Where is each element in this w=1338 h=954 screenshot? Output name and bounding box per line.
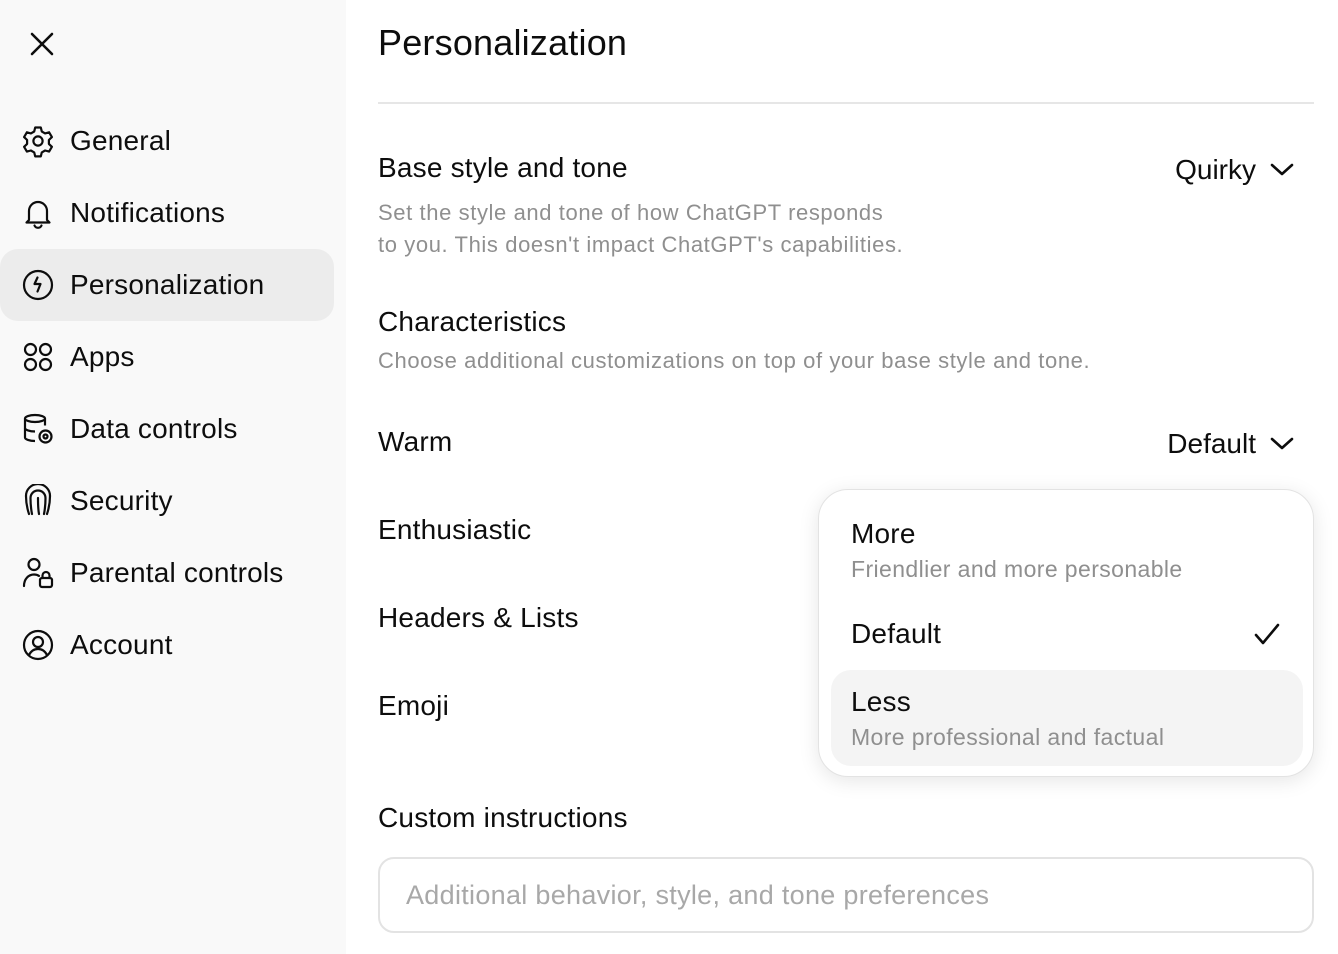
- settings-sidebar: General Notifications Personalization Ap…: [0, 0, 346, 954]
- page-title: Personalization: [378, 22, 628, 63]
- chevron-down-icon: [1270, 163, 1294, 176]
- checkmark-icon: [1254, 623, 1280, 645]
- enthusiastic-label: Enthusiastic: [378, 514, 532, 545]
- close-icon: [30, 32, 54, 56]
- sidebar-item-label: Account: [70, 629, 173, 660]
- dropdown-option-default[interactable]: Default: [831, 600, 1303, 668]
- base-style-description-line-1: Set the style and tone of how ChatGPT re…: [378, 200, 884, 225]
- gear-icon: [20, 123, 56, 159]
- option-title: More: [851, 518, 916, 549]
- sidebar-item-label: Personalization: [70, 269, 265, 300]
- fingerprint-icon: [20, 483, 56, 519]
- option-subtitle: Friendlier and more personable: [851, 556, 1183, 582]
- person-lock-icon: [20, 555, 56, 591]
- option-title: Less: [851, 686, 911, 717]
- headers-lists-label: Headers & Lists: [378, 602, 579, 633]
- sidebar-item-account[interactable]: Account: [0, 609, 334, 681]
- base-style-description-line-2: to you. This doesn't impact ChatGPT's ca…: [378, 232, 904, 257]
- custom-instructions-input[interactable]: [378, 857, 1314, 933]
- apps-grid-icon: [20, 339, 56, 375]
- custom-instructions-label: Custom instructions: [378, 802, 628, 833]
- sidebar-item-data-controls[interactable]: Data controls: [0, 393, 334, 465]
- characteristics-heading: Characteristics: [378, 306, 567, 337]
- sidebar-item-label: Parental controls: [70, 557, 284, 588]
- settings-main-panel: Personalization Base style and tone Set …: [378, 0, 1314, 954]
- dropdown-option-less[interactable]: Less More professional and factual: [831, 670, 1303, 766]
- user-circle-icon: [20, 627, 56, 663]
- warm-label: Warm: [378, 426, 453, 457]
- sidebar-item-label: Data controls: [70, 413, 238, 444]
- personalization-icon: [20, 267, 56, 303]
- sidebar-item-label: General: [70, 125, 172, 156]
- chevron-down-icon: [1270, 437, 1294, 450]
- settings-nav: General Notifications Personalization Ap…: [0, 105, 334, 681]
- warm-select[interactable]: Default: [1167, 428, 1294, 460]
- sidebar-item-personalization[interactable]: Personalization: [0, 249, 334, 321]
- base-style-value: Quirky: [1175, 154, 1256, 185]
- sidebar-item-parental-controls[interactable]: Parental controls: [0, 537, 334, 609]
- option-title: Default: [851, 618, 942, 649]
- characteristics-description: Choose additional customizations on top …: [378, 348, 1091, 373]
- warm-value: Default: [1167, 428, 1256, 459]
- settings-dialog: General Notifications Personalization Ap…: [0, 0, 1338, 954]
- sidebar-item-notifications[interactable]: Notifications: [0, 177, 334, 249]
- close-button[interactable]: [20, 22, 64, 66]
- sidebar-item-security[interactable]: Security: [0, 465, 334, 537]
- base-style-label: Base style and tone: [378, 152, 628, 183]
- base-style-select[interactable]: Quirky: [1175, 154, 1294, 186]
- option-subtitle: More professional and factual: [851, 724, 1165, 750]
- dropdown-option-more[interactable]: More Friendlier and more personable: [831, 500, 1303, 594]
- sidebar-item-label: Apps: [70, 341, 135, 372]
- database-gear-icon: [20, 411, 56, 447]
- sidebar-item-label: Security: [70, 485, 173, 516]
- sidebar-item-general[interactable]: General: [0, 105, 334, 177]
- sidebar-item-label: Notifications: [70, 197, 226, 228]
- emoji-label: Emoji: [378, 690, 450, 721]
- sidebar-item-apps[interactable]: Apps: [0, 321, 334, 393]
- characteristic-level-dropdown: More Friendlier and more personable Defa…: [818, 489, 1314, 777]
- bell-icon: [20, 195, 56, 231]
- divider: [378, 102, 1314, 104]
